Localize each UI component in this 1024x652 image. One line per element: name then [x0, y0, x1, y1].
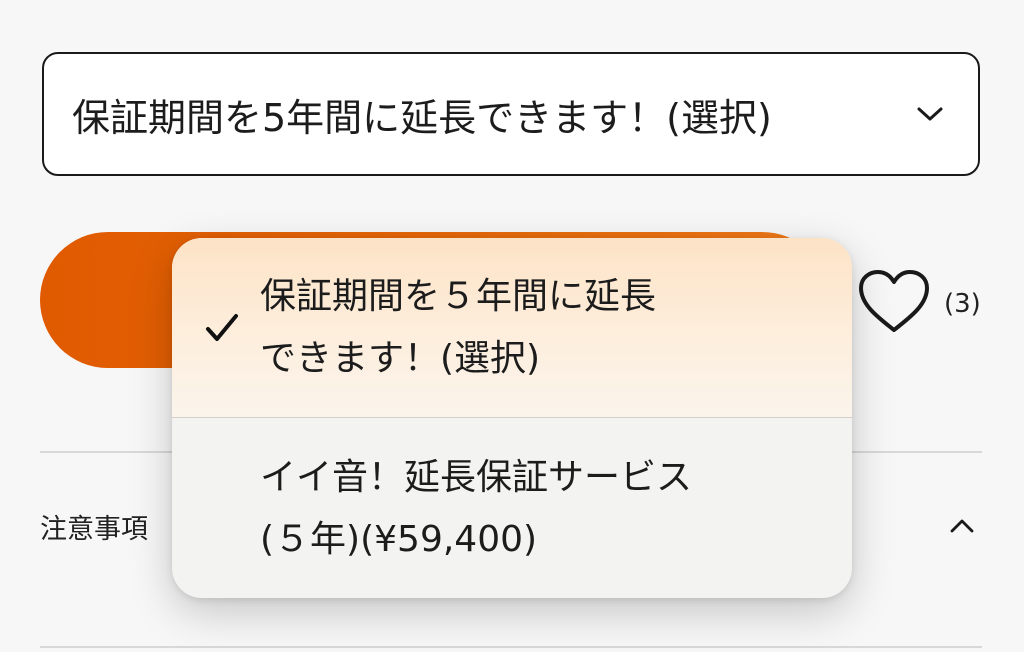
chevron-up-icon: [942, 506, 982, 546]
warranty-dropdown-menu: 保証期間を５年間に延長 できます！(選択) イイ音！延長保証サービス (５年)(…: [172, 238, 852, 598]
dropdown-option-line: できます！(選択): [260, 337, 541, 379]
favorite-button[interactable]: (3): [856, 268, 981, 340]
dropdown-option-label: 保証期間を５年間に延長 できます！(選択): [260, 266, 656, 390]
warranty-select[interactable]: 保証期間を5年間に延長できます！(選択): [42, 52, 980, 176]
heart-outline-icon: [856, 268, 932, 340]
dropdown-option-label: イイ音！延長保証サービス (５年)(¥59,400): [260, 447, 692, 571]
chevron-down-icon: [910, 94, 950, 134]
dropdown-option-selected[interactable]: 保証期間を５年間に延長 できます！(選択): [172, 238, 852, 418]
dropdown-option[interactable]: イイ音！延長保証サービス (５年)(¥59,400): [172, 419, 852, 598]
divider: [40, 646, 982, 648]
checkmark-icon: [202, 308, 242, 348]
warranty-select-value: 保証期間を5年間に延長できます！(選択): [72, 95, 772, 140]
dropdown-option-line: 保証期間を５年間に延長: [260, 275, 657, 317]
favorite-count: (3): [944, 289, 981, 319]
dropdown-option-line: イイ音！延長保証サービス: [260, 456, 693, 498]
dropdown-option-line: (５年)(¥59,400): [260, 518, 538, 560]
